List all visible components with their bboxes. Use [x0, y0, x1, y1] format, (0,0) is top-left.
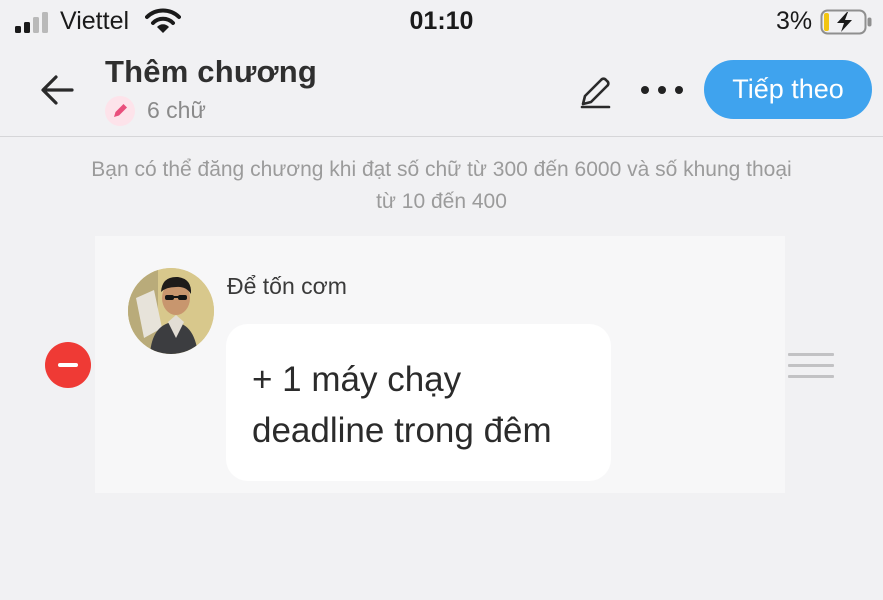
hint-line-2: từ 10 đến 400 — [376, 190, 507, 213]
remove-dialogue-button[interactable] — [45, 342, 91, 388]
word-count: 6 chữ — [147, 97, 206, 123]
pencil-badge-icon — [105, 96, 135, 126]
navigation-bar: Thêm chương 6 chữ Tiếp theo — [0, 46, 883, 137]
back-arrow-icon[interactable] — [36, 68, 80, 112]
message-line-1: + 1 máy chạy — [252, 360, 462, 399]
battery-charging-icon — [820, 9, 872, 35]
next-button[interactable]: Tiếp theo — [704, 60, 872, 119]
message-bubble[interactable]: + 1 máy chạy deadline trong đêm — [226, 324, 611, 481]
avatar[interactable] — [128, 268, 214, 354]
battery-percent: 3% — [776, 7, 813, 35]
message-line-2: deadline trong đêm — [252, 411, 552, 450]
clock-time: 01:10 — [409, 7, 474, 35]
minus-icon — [58, 363, 78, 367]
more-options-icon[interactable] — [638, 78, 688, 102]
edit-pencil-icon[interactable] — [576, 72, 614, 110]
drag-handle-icon[interactable] — [788, 353, 834, 379]
page-title: Thêm chương — [105, 54, 318, 89]
chapter-requirement-hint: Bạn có thể đăng chương khi đạt số chữ từ… — [30, 154, 853, 218]
status-bar: Viettel 01:10 3% — [0, 0, 883, 46]
speaker-name: Để tốn cơm — [227, 273, 347, 299]
hint-line-1: Bạn có thể đăng chương khi đạt số chữ từ… — [91, 158, 792, 181]
